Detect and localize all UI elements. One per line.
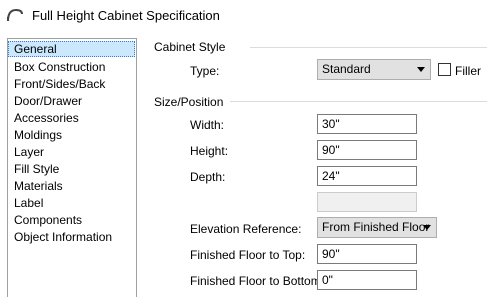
width-label: Width: xyxy=(190,118,225,132)
size-position-divider xyxy=(230,101,487,102)
sidebar-item-door-drawer[interactable]: Door/Drawer xyxy=(9,93,134,109)
type-dropdown-value: Standard xyxy=(322,62,371,76)
sidebar-item-layer[interactable]: Layer xyxy=(9,144,134,160)
sidebar-item-components[interactable]: Components xyxy=(9,212,134,228)
sidebar-item-object-information[interactable]: Object Information xyxy=(9,229,134,245)
size-position-group-label: Size/Position xyxy=(154,95,224,109)
filler-checkbox[interactable] xyxy=(438,63,451,76)
sidebar-item-front-sides-back[interactable]: Front/Sides/Back xyxy=(9,76,134,92)
sidebar-item-fill-style[interactable]: Fill Style xyxy=(9,161,134,177)
category-list[interactable]: General Box Construction Front/Sides/Bac… xyxy=(7,38,137,297)
chevron-down-icon xyxy=(417,67,425,72)
elevation-reference-value: From Finished Floor xyxy=(322,220,430,234)
type-label: Type: xyxy=(190,64,220,78)
chevron-down-icon xyxy=(423,225,431,230)
sidebar-item-label[interactable]: Label xyxy=(9,195,134,211)
cabinet-style-group-label: Cabinet Style xyxy=(154,40,226,54)
disabled-extra-input xyxy=(317,192,417,212)
filler-label: Filler xyxy=(455,64,481,78)
sidebar-item-accessories[interactable]: Accessories xyxy=(9,110,134,126)
floor-to-top-label: Finished Floor to Top: xyxy=(190,248,306,262)
sidebar-item-moldings[interactable]: Moldings xyxy=(9,127,134,143)
general-panel: Cabinet Style Type: Standard Filler Size… xyxy=(140,32,491,296)
title-bar: Full Height Cabinet Specification xyxy=(0,0,491,32)
window-title: Full Height Cabinet Specification xyxy=(32,8,220,23)
sidebar-item-general[interactable]: General xyxy=(8,41,135,57)
floor-to-bottom-label: Finished Floor to Bottom: xyxy=(190,274,325,288)
floor-to-top-input[interactable]: 90" xyxy=(317,244,417,264)
cabinet-arch-icon xyxy=(7,8,23,22)
height-input[interactable]: 90" xyxy=(317,140,417,160)
elevation-reference-dropdown[interactable]: From Finished Floor xyxy=(317,217,437,238)
sidebar-item-materials[interactable]: Materials xyxy=(9,178,134,194)
type-dropdown[interactable]: Standard xyxy=(317,59,431,80)
elevation-reference-label: Elevation Reference: xyxy=(190,222,302,236)
cabinet-style-divider xyxy=(250,47,487,48)
depth-input[interactable]: 24" xyxy=(317,166,417,186)
floor-to-bottom-input[interactable]: 0" xyxy=(317,270,417,290)
height-label: Height: xyxy=(190,144,229,158)
sidebar-item-box-construction[interactable]: Box Construction xyxy=(9,59,134,75)
width-input[interactable]: 30" xyxy=(317,114,417,134)
depth-label: Depth: xyxy=(190,170,226,184)
